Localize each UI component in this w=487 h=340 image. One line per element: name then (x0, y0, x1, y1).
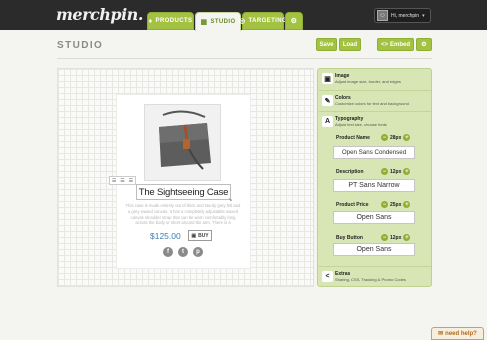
help-tab[interactable]: ✉ need help? (431, 327, 484, 340)
share-icon: < (322, 271, 333, 282)
buy-button-font-label: Buy Button (336, 235, 363, 241)
product-price-font-select[interactable]: Open Sans (333, 211, 415, 224)
chevron-down-icon: ▾ (422, 12, 425, 19)
chat-icon: ✉ (438, 331, 444, 337)
buy-button-size-stepper[interactable]: − 12px + (381, 234, 411, 241)
embed-button-label: Embed (390, 41, 411, 48)
load-button[interactable]: Load (339, 38, 361, 51)
gear-icon: ⚙ (421, 42, 427, 48)
description-size-stepper[interactable]: − 12px + (381, 168, 411, 175)
align-center-icon[interactable]: ☰ (120, 178, 124, 184)
camera-icon: ▣ (322, 73, 333, 84)
minus-icon[interactable]: − (381, 134, 388, 141)
buy-button[interactable]: ▣ BUY (188, 230, 212, 241)
panel-colors-subtitle: Customize colors for text and background (335, 101, 409, 106)
align-left-icon[interactable]: ☰ (112, 178, 116, 184)
plus-icon[interactable]: + (403, 134, 411, 141)
user-greeting: Hi, merchpin (391, 12, 420, 19)
facebook-icon[interactable]: f (163, 247, 173, 257)
tab-studio-label: STUDIO (210, 19, 236, 25)
text-align-toolbar[interactable]: ☰ ☰ ☰ (109, 176, 136, 185)
target-icon: ◎ (239, 18, 246, 25)
save-button[interactable]: Save (316, 38, 337, 51)
avatar: ☺ (377, 10, 388, 21)
eyedropper-icon: ✎ (322, 95, 333, 106)
page-title: STUDIO (57, 40, 104, 51)
merchpin-logo[interactable]: merchpin. (56, 5, 143, 24)
tab-studio[interactable]: ▦ STUDIO (195, 12, 241, 31)
buy-button-size: 12px (390, 234, 402, 241)
tab-settings[interactable]: ⚙ (285, 12, 303, 30)
grid-icon: ▦ (200, 19, 208, 26)
product-price-size: 25px (390, 201, 402, 208)
minus-icon[interactable]: − (381, 168, 388, 175)
buy-button-font-select[interactable]: Open Sans (333, 243, 415, 256)
product-description[interactable]: This case is made entirely out of thick … (124, 203, 242, 226)
user-menu[interactable]: ☺ Hi, merchpin ▾ (374, 8, 431, 23)
tag-icon: ♦ (148, 17, 153, 25)
panel-image-subtitle: Adjust image size, border, and edges (335, 79, 401, 84)
panel-divider (319, 266, 431, 267)
gear-icon: ⚙ (290, 18, 298, 25)
product-name-font-select[interactable]: Open Sans Condensed (333, 146, 415, 159)
plus-icon[interactable]: + (403, 234, 411, 241)
plus-icon[interactable]: + (403, 201, 411, 208)
panel-typography-subtitle: Adjust text size, choose fonts (335, 122, 387, 127)
twitter-icon[interactable]: t (178, 247, 188, 257)
description-font-select[interactable]: PT Sans Narrow (333, 179, 415, 192)
tab-targeting[interactable]: ◎ TARGETING (239, 12, 287, 30)
panel-extras-subtitle: Sharing, CSS, Tracking & Promo Codes (335, 277, 406, 282)
product-title[interactable]: The Sightseeing Case (136, 184, 231, 200)
product-name-size-stepper[interactable]: − 28px + (381, 134, 411, 141)
product-name-label: Product Name (336, 135, 370, 141)
panel-divider (319, 90, 431, 91)
buy-button-label: BUY (198, 232, 209, 239)
minus-icon[interactable]: − (381, 234, 388, 241)
help-label: need help? (445, 330, 477, 337)
description-label: Description (336, 169, 364, 175)
align-right-icon[interactable]: ☰ (129, 178, 133, 184)
minus-icon[interactable]: − (381, 201, 388, 208)
product-price-label: Product Price (336, 202, 369, 208)
cart-icon: ▣ (191, 232, 197, 239)
product-price-size-stepper[interactable]: − 25px + (381, 201, 411, 208)
tab-targeting-label: TARGETING (248, 18, 288, 24)
product-name-size: 28px (390, 134, 402, 141)
tab-products-label: PRODUCTS (155, 18, 193, 24)
pinterest-icon[interactable]: p (193, 247, 203, 257)
code-icon: <> (380, 41, 388, 48)
product-image[interactable] (144, 104, 221, 181)
description-size: 12px (390, 168, 402, 175)
header-divider (57, 58, 432, 59)
typography-icon: A (322, 116, 333, 127)
embed-button[interactable]: <> Embed (377, 38, 414, 51)
embed-settings-button[interactable]: ⚙ (416, 38, 432, 51)
messenger-bag-image (145, 105, 220, 180)
panel-divider (319, 111, 431, 112)
plus-icon[interactable]: + (403, 168, 411, 175)
tab-products[interactable]: ♦ PRODUCTS (147, 12, 194, 30)
product-price[interactable]: $125.00 (150, 231, 181, 241)
